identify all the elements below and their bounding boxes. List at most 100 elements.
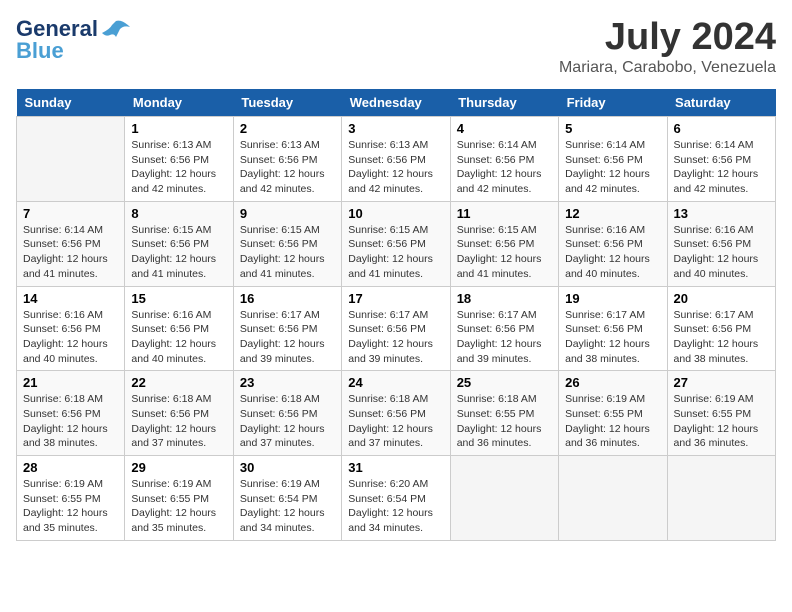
calendar-cell: 3 Sunrise: 6:13 AMSunset: 6:56 PMDayligh… (342, 117, 450, 202)
day-info: Sunrise: 6:19 AMSunset: 6:55 PMDaylight:… (131, 477, 226, 536)
calendar-cell: 4 Sunrise: 6:14 AMSunset: 6:56 PMDayligh… (450, 117, 558, 202)
calendar-cell: 9 Sunrise: 6:15 AMSunset: 6:56 PMDayligh… (233, 201, 341, 286)
calendar-cell: 14 Sunrise: 6:16 AMSunset: 6:56 PMDaylig… (17, 286, 125, 371)
weekday-header-wednesday: Wednesday (342, 89, 450, 117)
calendar-cell: 13 Sunrise: 6:16 AMSunset: 6:56 PMDaylig… (667, 201, 775, 286)
day-info: Sunrise: 6:17 AMSunset: 6:56 PMDaylight:… (674, 308, 769, 367)
day-number: 26 (565, 375, 660, 390)
day-info: Sunrise: 6:18 AMSunset: 6:56 PMDaylight:… (240, 392, 335, 451)
weekday-header-sunday: Sunday (17, 89, 125, 117)
day-number: 25 (457, 375, 552, 390)
calendar-cell (667, 456, 775, 541)
logo: General Blue (16, 16, 130, 64)
day-number: 10 (348, 206, 443, 221)
calendar-cell: 23 Sunrise: 6:18 AMSunset: 6:56 PMDaylig… (233, 371, 341, 456)
day-info: Sunrise: 6:14 AMSunset: 6:56 PMDaylight:… (565, 138, 660, 197)
weekday-header-row: SundayMondayTuesdayWednesdayThursdayFrid… (17, 89, 776, 117)
calendar-cell: 24 Sunrise: 6:18 AMSunset: 6:56 PMDaylig… (342, 371, 450, 456)
day-number: 7 (23, 206, 118, 221)
calendar-week-row: 14 Sunrise: 6:16 AMSunset: 6:56 PMDaylig… (17, 286, 776, 371)
day-info: Sunrise: 6:15 AMSunset: 6:56 PMDaylight:… (240, 223, 335, 282)
day-number: 13 (674, 206, 769, 221)
day-number: 11 (457, 206, 552, 221)
calendar-cell: 19 Sunrise: 6:17 AMSunset: 6:56 PMDaylig… (559, 286, 667, 371)
day-number: 23 (240, 375, 335, 390)
weekday-header-monday: Monday (125, 89, 233, 117)
day-number: 16 (240, 291, 335, 306)
day-info: Sunrise: 6:14 AMSunset: 6:56 PMDaylight:… (23, 223, 118, 282)
day-number: 12 (565, 206, 660, 221)
calendar-cell: 30 Sunrise: 6:19 AMSunset: 6:54 PMDaylig… (233, 456, 341, 541)
calendar-cell: 17 Sunrise: 6:17 AMSunset: 6:56 PMDaylig… (342, 286, 450, 371)
day-info: Sunrise: 6:17 AMSunset: 6:56 PMDaylight:… (348, 308, 443, 367)
day-number: 17 (348, 291, 443, 306)
calendar-cell: 12 Sunrise: 6:16 AMSunset: 6:56 PMDaylig… (559, 201, 667, 286)
day-info: Sunrise: 6:18 AMSunset: 6:56 PMDaylight:… (348, 392, 443, 451)
day-number: 14 (23, 291, 118, 306)
page-header: General Blue July 2024 Mariara, Carabobo… (16, 16, 776, 77)
calendar-cell: 2 Sunrise: 6:13 AMSunset: 6:56 PMDayligh… (233, 117, 341, 202)
calendar-cell: 29 Sunrise: 6:19 AMSunset: 6:55 PMDaylig… (125, 456, 233, 541)
calendar-table: SundayMondayTuesdayWednesdayThursdayFrid… (16, 89, 776, 541)
day-number: 28 (23, 460, 118, 475)
logo-bird-icon (102, 19, 130, 39)
day-info: Sunrise: 6:15 AMSunset: 6:56 PMDaylight:… (348, 223, 443, 282)
weekday-header-thursday: Thursday (450, 89, 558, 117)
day-info: Sunrise: 6:16 AMSunset: 6:56 PMDaylight:… (23, 308, 118, 367)
calendar-cell: 22 Sunrise: 6:18 AMSunset: 6:56 PMDaylig… (125, 371, 233, 456)
weekday-header-saturday: Saturday (667, 89, 775, 117)
day-info: Sunrise: 6:15 AMSunset: 6:56 PMDaylight:… (131, 223, 226, 282)
day-number: 15 (131, 291, 226, 306)
calendar-cell: 11 Sunrise: 6:15 AMSunset: 6:56 PMDaylig… (450, 201, 558, 286)
calendar-cell: 15 Sunrise: 6:16 AMSunset: 6:56 PMDaylig… (125, 286, 233, 371)
calendar-week-row: 7 Sunrise: 6:14 AMSunset: 6:56 PMDayligh… (17, 201, 776, 286)
calendar-week-row: 1 Sunrise: 6:13 AMSunset: 6:56 PMDayligh… (17, 117, 776, 202)
day-number: 8 (131, 206, 226, 221)
calendar-cell: 27 Sunrise: 6:19 AMSunset: 6:55 PMDaylig… (667, 371, 775, 456)
day-number: 2 (240, 121, 335, 136)
day-info: Sunrise: 6:18 AMSunset: 6:55 PMDaylight:… (457, 392, 552, 451)
day-number: 18 (457, 291, 552, 306)
day-number: 19 (565, 291, 660, 306)
day-info: Sunrise: 6:15 AMSunset: 6:56 PMDaylight:… (457, 223, 552, 282)
day-number: 5 (565, 121, 660, 136)
day-info: Sunrise: 6:13 AMSunset: 6:56 PMDaylight:… (131, 138, 226, 197)
title-block: July 2024 Mariara, Carabobo, Venezuela (559, 16, 776, 77)
day-number: 30 (240, 460, 335, 475)
day-info: Sunrise: 6:19 AMSunset: 6:55 PMDaylight:… (23, 477, 118, 536)
day-number: 22 (131, 375, 226, 390)
day-info: Sunrise: 6:14 AMSunset: 6:56 PMDaylight:… (457, 138, 552, 197)
day-info: Sunrise: 6:18 AMSunset: 6:56 PMDaylight:… (23, 392, 118, 451)
day-info: Sunrise: 6:16 AMSunset: 6:56 PMDaylight:… (131, 308, 226, 367)
calendar-week-row: 28 Sunrise: 6:19 AMSunset: 6:55 PMDaylig… (17, 456, 776, 541)
day-info: Sunrise: 6:17 AMSunset: 6:56 PMDaylight:… (565, 308, 660, 367)
calendar-cell (17, 117, 125, 202)
day-info: Sunrise: 6:18 AMSunset: 6:56 PMDaylight:… (131, 392, 226, 451)
calendar-cell: 10 Sunrise: 6:15 AMSunset: 6:56 PMDaylig… (342, 201, 450, 286)
calendar-cell: 20 Sunrise: 6:17 AMSunset: 6:56 PMDaylig… (667, 286, 775, 371)
calendar-cell: 1 Sunrise: 6:13 AMSunset: 6:56 PMDayligh… (125, 117, 233, 202)
weekday-header-tuesday: Tuesday (233, 89, 341, 117)
calendar-cell: 7 Sunrise: 6:14 AMSunset: 6:56 PMDayligh… (17, 201, 125, 286)
day-info: Sunrise: 6:16 AMSunset: 6:56 PMDaylight:… (674, 223, 769, 282)
day-number: 31 (348, 460, 443, 475)
day-number: 24 (348, 375, 443, 390)
day-number: 27 (674, 375, 769, 390)
day-info: Sunrise: 6:19 AMSunset: 6:55 PMDaylight:… (565, 392, 660, 451)
calendar-cell: 16 Sunrise: 6:17 AMSunset: 6:56 PMDaylig… (233, 286, 341, 371)
month-title: July 2024 (559, 16, 776, 59)
calendar-week-row: 21 Sunrise: 6:18 AMSunset: 6:56 PMDaylig… (17, 371, 776, 456)
calendar-cell: 26 Sunrise: 6:19 AMSunset: 6:55 PMDaylig… (559, 371, 667, 456)
day-info: Sunrise: 6:19 AMSunset: 6:54 PMDaylight:… (240, 477, 335, 536)
calendar-cell (559, 456, 667, 541)
calendar-cell: 25 Sunrise: 6:18 AMSunset: 6:55 PMDaylig… (450, 371, 558, 456)
day-info: Sunrise: 6:16 AMSunset: 6:56 PMDaylight:… (565, 223, 660, 282)
location: Mariara, Carabobo, Venezuela (559, 59, 776, 77)
day-number: 3 (348, 121, 443, 136)
day-number: 9 (240, 206, 335, 221)
day-info: Sunrise: 6:19 AMSunset: 6:55 PMDaylight:… (674, 392, 769, 451)
day-info: Sunrise: 6:20 AMSunset: 6:54 PMDaylight:… (348, 477, 443, 536)
calendar-cell: 8 Sunrise: 6:15 AMSunset: 6:56 PMDayligh… (125, 201, 233, 286)
calendar-cell: 21 Sunrise: 6:18 AMSunset: 6:56 PMDaylig… (17, 371, 125, 456)
day-info: Sunrise: 6:14 AMSunset: 6:56 PMDaylight:… (674, 138, 769, 197)
